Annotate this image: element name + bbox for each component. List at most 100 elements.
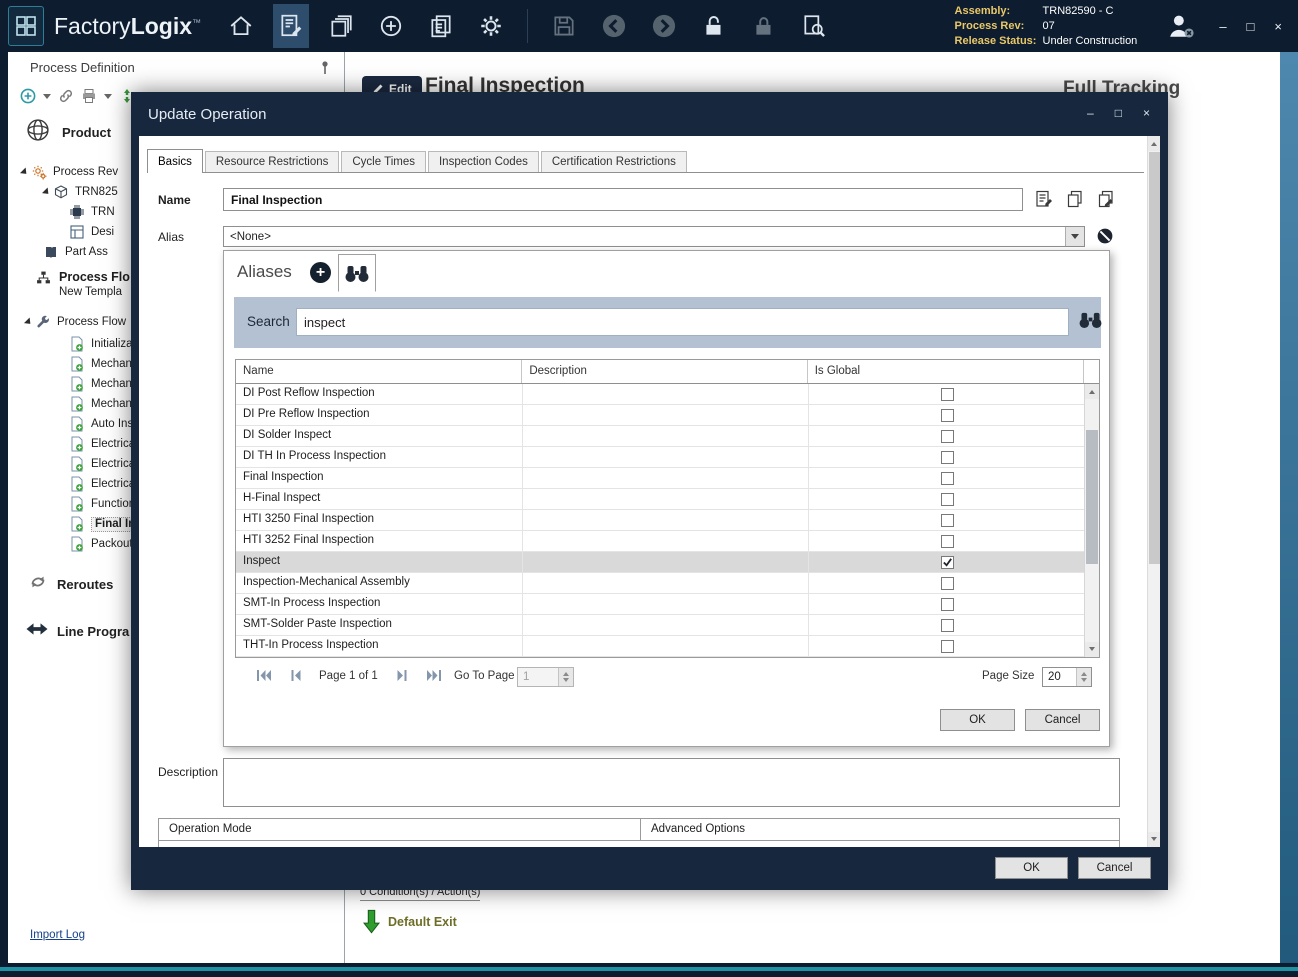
is-global-checkbox[interactable]	[941, 556, 954, 569]
window-close-icon[interactable]: ×	[1274, 20, 1282, 33]
alias-row-hti-3250-final-inspection[interactable]: HTI 3250 Final Inspection	[236, 510, 1086, 531]
documents-icon[interactable]	[423, 4, 459, 48]
expand-arrow-icon[interactable]	[42, 187, 54, 199]
process-flow-section[interactable]: Process Flo New Templa	[36, 270, 130, 300]
is-global-checkbox[interactable]	[941, 388, 954, 401]
process-flow-root-node[interactable]: Process Flow	[26, 312, 126, 332]
aliases-cancel-button[interactable]: Cancel	[1025, 709, 1100, 731]
alias-row-smt-in-process-inspection[interactable]: SMT-In Process Inspection	[236, 594, 1086, 615]
column-header-is-global[interactable]: Is Global	[808, 360, 1084, 383]
is-global-checkbox[interactable]	[941, 535, 954, 548]
scroll-up-icon[interactable]	[1148, 136, 1160, 151]
navigate-icon[interactable]	[373, 4, 409, 48]
table-scrollbar[interactable]	[1084, 384, 1099, 657]
expand-arrow-icon[interactable]	[24, 317, 36, 329]
add-alias-button[interactable]: +	[310, 262, 331, 283]
product-section[interactable]: Product	[24, 116, 111, 149]
next-page-icon[interactable]	[394, 669, 410, 682]
column-header-name[interactable]: Name	[236, 360, 522, 383]
tab-cycle-times[interactable]: Cycle Times	[341, 151, 426, 172]
name-input[interactable]	[223, 188, 1023, 211]
spin-up-icon[interactable]	[563, 669, 569, 676]
lock-icon[interactable]	[746, 4, 782, 48]
spin-down-icon[interactable]	[563, 678, 569, 685]
forward-icon[interactable]	[646, 4, 682, 48]
copy-edit-icon[interactable]	[1097, 190, 1115, 208]
aliases-ok-button[interactable]: OK	[940, 709, 1015, 731]
reroutes-section[interactable]: Reroutes	[28, 572, 113, 597]
dialog-cancel-button[interactable]: Cancel	[1078, 857, 1151, 879]
spin-up-icon[interactable]	[1081, 669, 1087, 676]
window-minimize-icon[interactable]: –	[1219, 20, 1226, 33]
expand-arrow-icon[interactable]	[20, 167, 32, 179]
first-page-icon[interactable]	[256, 669, 272, 682]
is-global-checkbox[interactable]	[941, 640, 954, 653]
spin-down-icon[interactable]	[1081, 678, 1087, 685]
copy-icon[interactable]	[1066, 190, 1084, 208]
scroll-down-icon[interactable]	[1148, 832, 1160, 847]
alias-row-final-inspection[interactable]: Final Inspection	[236, 468, 1086, 489]
user-icon[interactable]	[1161, 9, 1201, 43]
dialog-scrollbar[interactable]	[1147, 136, 1160, 847]
default-exit[interactable]: Default Exit	[363, 908, 457, 935]
dropdown-caret-icon[interactable]	[43, 94, 51, 103]
alias-row-di-solder-inspect[interactable]: DI Solder Inspect	[236, 426, 1086, 447]
is-global-checkbox[interactable]	[941, 409, 954, 422]
search-input[interactable]	[296, 308, 1069, 336]
line-program-section[interactable]: Line Progra	[26, 622, 129, 641]
rename-form-icon[interactable]	[1035, 190, 1053, 208]
is-global-checkbox[interactable]	[941, 493, 954, 506]
alias-row-hti-3252-final-inspection[interactable]: HTI 3252 Final Inspection	[236, 531, 1086, 552]
alias-row-tht-in-process-inspection[interactable]: THT-In Process Inspection	[236, 636, 1086, 657]
dialog-close-icon[interactable]: ×	[1143, 107, 1150, 119]
is-global-checkbox[interactable]	[941, 619, 954, 632]
last-page-icon[interactable]	[426, 669, 442, 682]
alias-row-di-th-in-process-inspection[interactable]: DI TH In Process Inspection	[236, 447, 1086, 468]
alias-dropdown[interactable]: <None>	[223, 226, 1085, 247]
tab-inspection-codes[interactable]: Inspection Codes	[428, 151, 539, 172]
column-header-description[interactable]: Description	[522, 360, 807, 383]
back-icon[interactable]	[596, 4, 632, 48]
alias-row-inspection-mechanical-assembly[interactable]: Inspection-Mechanical Assembly	[236, 573, 1086, 594]
scroll-down-icon[interactable]	[1085, 642, 1099, 657]
goto-page-spinner[interactable]: 1	[517, 667, 574, 687]
alias-row-h-final-inspect[interactable]: H-Final Inspect	[236, 489, 1086, 510]
is-global-checkbox[interactable]	[941, 430, 954, 443]
tab-basics[interactable]: Basics	[147, 149, 203, 173]
process-editor-icon[interactable]	[273, 4, 309, 48]
search-tab[interactable]	[338, 254, 376, 292]
tab-certification-restrictions[interactable]: Certification Restrictions	[541, 151, 687, 172]
alias-row-di-pre-reflow-inspection[interactable]: DI Pre Reflow Inspection	[236, 405, 1086, 426]
pin-icon[interactable]	[318, 60, 332, 80]
unlock-icon[interactable]	[696, 4, 732, 48]
document-search-icon[interactable]	[796, 4, 832, 48]
is-global-checkbox[interactable]	[941, 598, 954, 611]
settings-gear-icon[interactable]	[473, 4, 509, 48]
dialog-minimize-icon[interactable]: –	[1087, 107, 1094, 119]
clear-alias-icon[interactable]	[1096, 227, 1114, 245]
prev-page-icon[interactable]	[288, 669, 304, 682]
scroll-up-icon[interactable]	[1085, 384, 1099, 399]
page-size-dropdown[interactable]: 20	[1042, 667, 1092, 687]
dropdown-caret-icon[interactable]	[104, 94, 112, 103]
alias-row-inspect[interactable]: Inspect	[236, 552, 1086, 573]
is-global-checkbox[interactable]	[941, 514, 954, 527]
alias-row-di-post-reflow-inspection[interactable]: DI Post Reflow Inspection	[236, 384, 1086, 405]
dropdown-arrow-icon[interactable]	[1065, 227, 1084, 246]
print-icon[interactable]	[81, 88, 97, 104]
save-icon[interactable]	[546, 4, 582, 48]
scrollbar-thumb[interactable]	[1149, 152, 1160, 564]
is-global-checkbox[interactable]	[941, 451, 954, 464]
description-textarea[interactable]	[223, 758, 1120, 807]
link-icon[interactable]	[58, 88, 74, 104]
add-circle-icon[interactable]	[20, 88, 36, 104]
scrollbar-thumb[interactable]	[1086, 430, 1098, 564]
dialog-ok-button[interactable]: OK	[995, 857, 1068, 879]
is-global-checkbox[interactable]	[941, 577, 954, 590]
alias-row-smt-solder-paste-inspection[interactable]: SMT-Solder Paste Inspection	[236, 615, 1086, 636]
import-log-link[interactable]: Import Log	[30, 929, 85, 941]
materials-icon[interactable]	[323, 4, 359, 48]
search-binoculars-icon[interactable]	[1078, 310, 1103, 334]
tab-resource-restrictions[interactable]: Resource Restrictions	[205, 151, 339, 172]
window-maximize-icon[interactable]: □	[1247, 20, 1255, 33]
